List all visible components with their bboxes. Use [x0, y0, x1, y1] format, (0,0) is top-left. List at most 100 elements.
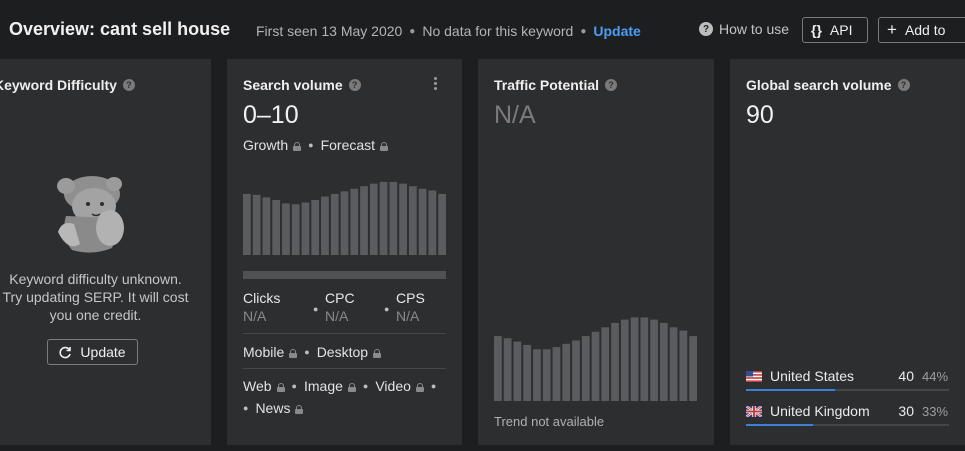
trend-bar: [562, 343, 571, 401]
cps-metric: CPS N/A: [396, 290, 425, 324]
cpc-metric: CPC N/A: [325, 290, 355, 324]
trend-bar: [389, 181, 398, 255]
lock-icon: [347, 382, 356, 392]
trend-bar: [408, 186, 417, 255]
share-bar: [746, 424, 813, 426]
cpc-label: CPC: [325, 290, 355, 306]
trend-bar: [399, 183, 407, 255]
trend-bar: [360, 186, 368, 255]
code-braces-icon: {}: [811, 22, 822, 38]
add-to-button[interactable]: + Add to: [878, 17, 965, 43]
separator-dot: ●: [362, 381, 369, 391]
lock-icon: [373, 348, 382, 358]
add-to-label: Add to: [904, 22, 946, 38]
trend-bar: [291, 204, 300, 255]
help-icon: ?: [699, 22, 713, 36]
trend-bar: [321, 196, 329, 255]
trend-bar: [252, 194, 261, 255]
traffic-potential-trend-chart: [494, 317, 697, 401]
overview-header: Overview: cant sell house First seen 13 …: [0, 0, 965, 58]
share-bar: [746, 389, 836, 391]
message-line: you one credit.: [49, 307, 142, 323]
video-label: Video: [375, 378, 411, 394]
search-volume-title: Search volume ?: [243, 77, 361, 93]
country-name: United States: [770, 368, 855, 384]
web-label: Web: [243, 378, 272, 394]
image-label: Image: [303, 378, 343, 394]
trend-bar: [438, 193, 446, 255]
trend-bar: [428, 190, 437, 255]
country-percent: 33%: [922, 404, 949, 419]
trend-bar: [418, 188, 427, 255]
help-icon[interactable]: ?: [605, 79, 618, 91]
trend-bar: [311, 199, 320, 255]
trend-bar: [620, 319, 629, 401]
trend-bar: [503, 338, 512, 401]
lock-icon: [380, 141, 389, 151]
search-volume-trend-chart: [243, 181, 446, 255]
global-search-volume-card: Global search volume ? 90 United States …: [730, 59, 965, 445]
update-button-label: Update: [80, 344, 126, 360]
more-options-icon[interactable]: [434, 77, 438, 92]
refresh-icon: [59, 346, 72, 358]
help-icon[interactable]: ?: [122, 79, 135, 91]
trend-bar: [350, 188, 359, 255]
trend-bar: [282, 203, 290, 255]
cps-label: CPS: [396, 290, 425, 306]
cpc-value: N/A: [325, 308, 349, 324]
country-volume: 40: [898, 368, 914, 384]
separator-dot: ●: [291, 381, 297, 391]
growth-label: Growth: [243, 137, 289, 153]
clicks-value: N/A: [243, 308, 267, 324]
no-data-text: No data for this keyword: [422, 23, 574, 39]
forecast-label: Forecast: [320, 137, 376, 153]
device-row: Mobile ● Desktop: [243, 344, 382, 360]
traffic-potential-value: N/A: [494, 101, 536, 129]
keyword-difficulty-label: Keyword Difficulty: [0, 77, 117, 93]
country-volume: 30: [898, 403, 914, 419]
clicks-metric: Clicks N/A: [243, 290, 280, 324]
trend-bar: [330, 193, 339, 255]
plus-icon: +: [887, 20, 897, 39]
trend-bar: [591, 331, 600, 401]
serp-features-row: Web ● Image ● Video ●: [243, 378, 443, 394]
trend-bar: [650, 319, 658, 401]
trend-bar: [379, 181, 388, 255]
separator-dot: ●: [580, 25, 587, 37]
country-name: United Kingdom: [770, 403, 870, 419]
trend-bar: [572, 340, 580, 401]
separator-dot: ●: [243, 403, 249, 413]
search-volume-card: Search volume ? 0–10 Growth ● Forecast C…: [227, 59, 462, 445]
search-volume-label: Search volume: [243, 77, 343, 93]
separator-dot: ●: [313, 304, 319, 314]
help-icon[interactable]: ?: [897, 79, 910, 91]
update-link[interactable]: Update: [593, 23, 640, 39]
separator-dot: ●: [384, 304, 390, 314]
separator-dot: ●: [304, 347, 310, 357]
trend-bar: [669, 327, 678, 401]
message-line: Try updating SERP. It will cost: [2, 289, 189, 305]
trend-bar: [243, 193, 251, 255]
country-percent: 44%: [922, 369, 949, 384]
trend-note: Trend not available: [494, 414, 605, 429]
trend-bar: [340, 191, 349, 255]
keyword-difficulty-message: Keyword difficulty unknown. Try updating…: [0, 270, 203, 324]
clicks-label: Clicks: [243, 290, 281, 306]
api-button[interactable]: {} API: [802, 17, 868, 43]
trend-bar: [262, 197, 271, 255]
help-icon[interactable]: ?: [348, 79, 361, 91]
lock-icon: [289, 348, 298, 358]
trend-bar: [533, 349, 541, 401]
global-volume-label: Global search volume: [746, 77, 892, 93]
trend-bar: [679, 330, 688, 401]
country-row-uk[interactable]: United Kingdom 30 33%: [746, 403, 965, 427]
update-serp-button[interactable]: Update: [47, 339, 138, 365]
uk-flag-icon: [746, 406, 762, 417]
keyword-difficulty-title: Keyword Difficulty ?: [0, 77, 135, 93]
keyword-meta: First seen 13 May 2020 ● No data for thi…: [256, 23, 641, 39]
trend-bar: [513, 341, 522, 401]
how-to-use-link[interactable]: ? How to use: [699, 21, 789, 37]
country-row-us[interactable]: United States 40 44%: [746, 368, 965, 392]
trend-bar: [640, 317, 649, 401]
mobile-label: Mobile: [243, 344, 285, 360]
